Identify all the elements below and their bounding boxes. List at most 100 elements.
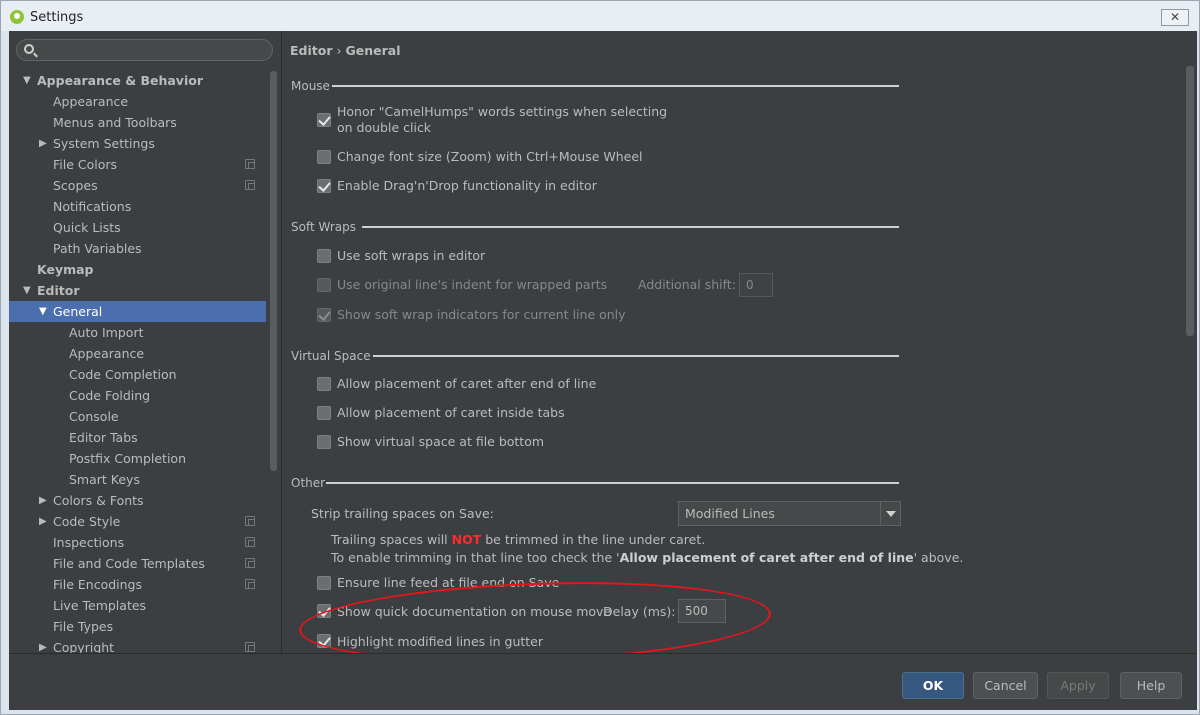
content-scrollbar[interactable] (1186, 66, 1194, 336)
sidebar-item[interactable]: Auto Import (9, 322, 266, 343)
soft-wraps-label[interactable]: Use soft wraps in editor (337, 248, 485, 263)
collapsed-arrow-icon[interactable]: ▶ (39, 637, 49, 653)
cancel-button[interactable]: Cancel (973, 672, 1038, 699)
help-button[interactable]: Help (1120, 672, 1182, 699)
sidebar-item-label: Quick Lists (53, 220, 121, 235)
line-feed-checkbox[interactable] (317, 576, 331, 590)
caret-inside-tabs-label[interactable]: Allow placement of caret inside tabs (337, 405, 565, 420)
breadcrumb-current: General (345, 43, 401, 58)
sidebar-item[interactable]: File Colors (9, 154, 266, 175)
breadcrumb: Editor › General (290, 43, 401, 58)
sidebar-item[interactable]: ▶ Copyright (9, 637, 266, 653)
line-feed-label[interactable]: Ensure line feed at file end on Save (337, 575, 559, 590)
expanded-arrow-icon[interactable]: ▼ (39, 301, 49, 322)
expanded-arrow-icon[interactable]: ▼ (23, 280, 33, 301)
sidebar-item-label: File Colors (53, 157, 118, 172)
sidebar-item[interactable]: Console (9, 406, 266, 427)
collapsed-arrow-icon[interactable]: ▶ (39, 511, 49, 532)
sidebar-item[interactable]: ▼ Editor (9, 280, 266, 301)
sidebar-item-label: Keymap (37, 262, 94, 277)
sidebar-item[interactable]: Menus and Toolbars (9, 112, 266, 133)
sidebar-item[interactable]: Quick Lists (9, 217, 266, 238)
strip-trailing-label: Strip trailing spaces on Save: (311, 506, 494, 521)
sidebar-item[interactable]: Path Variables (9, 238, 266, 259)
sidebar-item-label: Path Variables (53, 241, 142, 256)
highlight-modified-checkbox[interactable] (317, 634, 331, 648)
additional-shift-label: Additional shift: (638, 277, 736, 292)
original-indent-checkbox[interactable] (317, 278, 331, 292)
sidebar-item-label: Inspections (53, 535, 125, 550)
sidebar-item[interactable]: ▶ Colors & Fonts (9, 490, 266, 511)
project-scope-icon (245, 579, 255, 589)
additional-shift-input[interactable]: 0 (739, 273, 773, 297)
sidebar-item[interactable]: Code Completion (9, 364, 266, 385)
sidebar-item[interactable]: Live Templates (9, 595, 266, 616)
camel-humps-label[interactable]: Honor "CamelHumps" words settings when s… (337, 104, 677, 136)
dropdown-toggle[interactable] (880, 502, 900, 525)
sidebar-item[interactable]: File Types (9, 616, 266, 637)
sidebar-item[interactable]: Scopes (9, 175, 266, 196)
apply-button[interactable]: Apply (1047, 672, 1109, 699)
delay-input[interactable]: 500 (678, 599, 726, 623)
quick-doc-label[interactable]: Show quick documentation on mouse move (337, 604, 611, 619)
virtual-space-bottom-checkbox[interactable] (317, 435, 331, 449)
ok-button[interactable]: OK (902, 672, 964, 699)
caret-after-end-checkbox[interactable] (317, 377, 331, 391)
sidebar-item[interactable]: Notifications (9, 196, 266, 217)
camel-humps-checkbox[interactable] (317, 113, 331, 127)
sidebar-item-label: Code Style (53, 514, 121, 529)
quick-doc-checkbox[interactable] (317, 604, 331, 618)
sidebar-item-label: Editor Tabs (69, 430, 138, 445)
note-text: be trimmed in the line under caret. (481, 532, 706, 547)
sidebar-item[interactable]: Appearance (9, 343, 266, 364)
drag-drop-label[interactable]: Enable Drag'n'Drop functionality in edit… (337, 178, 597, 193)
close-button[interactable]: ✕ (1161, 9, 1189, 26)
sidebar-scrollbar[interactable] (270, 71, 277, 471)
expanded-arrow-icon[interactable]: ▼ (23, 70, 33, 91)
collapsed-arrow-icon[interactable]: ▶ (39, 490, 49, 511)
note-text: ' above. (913, 550, 964, 565)
sidebar-item[interactable]: Smart Keys (9, 469, 266, 490)
wrap-indicators-label[interactable]: Show soft wrap indicators for current li… (337, 307, 626, 322)
zoom-label[interactable]: Change font size (Zoom) with Ctrl+Mouse … (337, 149, 643, 164)
sidebar-item[interactable]: Postfix Completion (9, 448, 266, 469)
sidebar-item-label: Menus and Toolbars (53, 115, 177, 130)
sidebar-item[interactable]: File and Code Templates (9, 553, 266, 574)
project-scope-icon (245, 537, 255, 547)
sidebar-item[interactable]: Editor Tabs (9, 427, 266, 448)
sidebar-item[interactable]: ▼ General (9, 301, 266, 322)
sidebar-item[interactable]: ▼ Appearance & Behavior (9, 70, 266, 91)
caret-after-end-label[interactable]: Allow placement of caret after end of li… (337, 376, 596, 391)
soft-wraps-checkbox[interactable] (317, 249, 331, 263)
sidebar-item[interactable]: ▶ Code Style (9, 511, 266, 532)
caret-inside-tabs-checkbox[interactable] (317, 406, 331, 420)
settings-tree: ▼ Appearance & Behavior Appearance Menus an… (9, 70, 267, 653)
sidebar-item-label: Console (69, 409, 119, 424)
title-bar: Settings ✕ (1, 1, 1199, 31)
search-box[interactable] (16, 39, 273, 61)
virtual-space-bottom-label[interactable]: Show virtual space at file bottom (337, 434, 544, 449)
sidebar-item[interactable]: ▶ System Settings (9, 133, 266, 154)
original-indent-label[interactable]: Use original line's indent for wrapped p… (337, 277, 607, 292)
sidebar-item-label: File and Code Templates (53, 556, 205, 571)
highlight-modified-label[interactable]: Highlight modified lines in gutter (337, 634, 543, 649)
drag-drop-checkbox[interactable] (317, 179, 331, 193)
dialog-footer: OK Cancel Apply Help (9, 653, 1197, 710)
settings-content: Editor › General Mouse Honor "CamelHumps" … (282, 31, 1197, 670)
note-option-reference: Allow placement of caret after end of li… (619, 550, 914, 565)
sidebar-item[interactable]: Inspections (9, 532, 266, 553)
settings-dialog: ▼ Appearance & Behavior Appearance Menus an… (9, 31, 1197, 710)
strip-trailing-dropdown[interactable]: Modified Lines (678, 501, 901, 526)
section-title-soft-wraps: Soft Wraps (291, 220, 356, 234)
sidebar-item[interactable]: Code Folding (9, 385, 266, 406)
android-studio-icon (10, 10, 24, 24)
wrap-indicators-checkbox[interactable] (317, 308, 331, 322)
sidebar-item[interactable]: Keymap (9, 259, 266, 280)
search-input[interactable] (39, 41, 267, 59)
project-scope-icon (245, 180, 255, 190)
zoom-checkbox[interactable] (317, 150, 331, 164)
breadcrumb-separator: › (336, 43, 342, 58)
sidebar-item[interactable]: File Encodings (9, 574, 266, 595)
collapsed-arrow-icon[interactable]: ▶ (39, 133, 49, 154)
sidebar-item[interactable]: Appearance (9, 91, 266, 112)
